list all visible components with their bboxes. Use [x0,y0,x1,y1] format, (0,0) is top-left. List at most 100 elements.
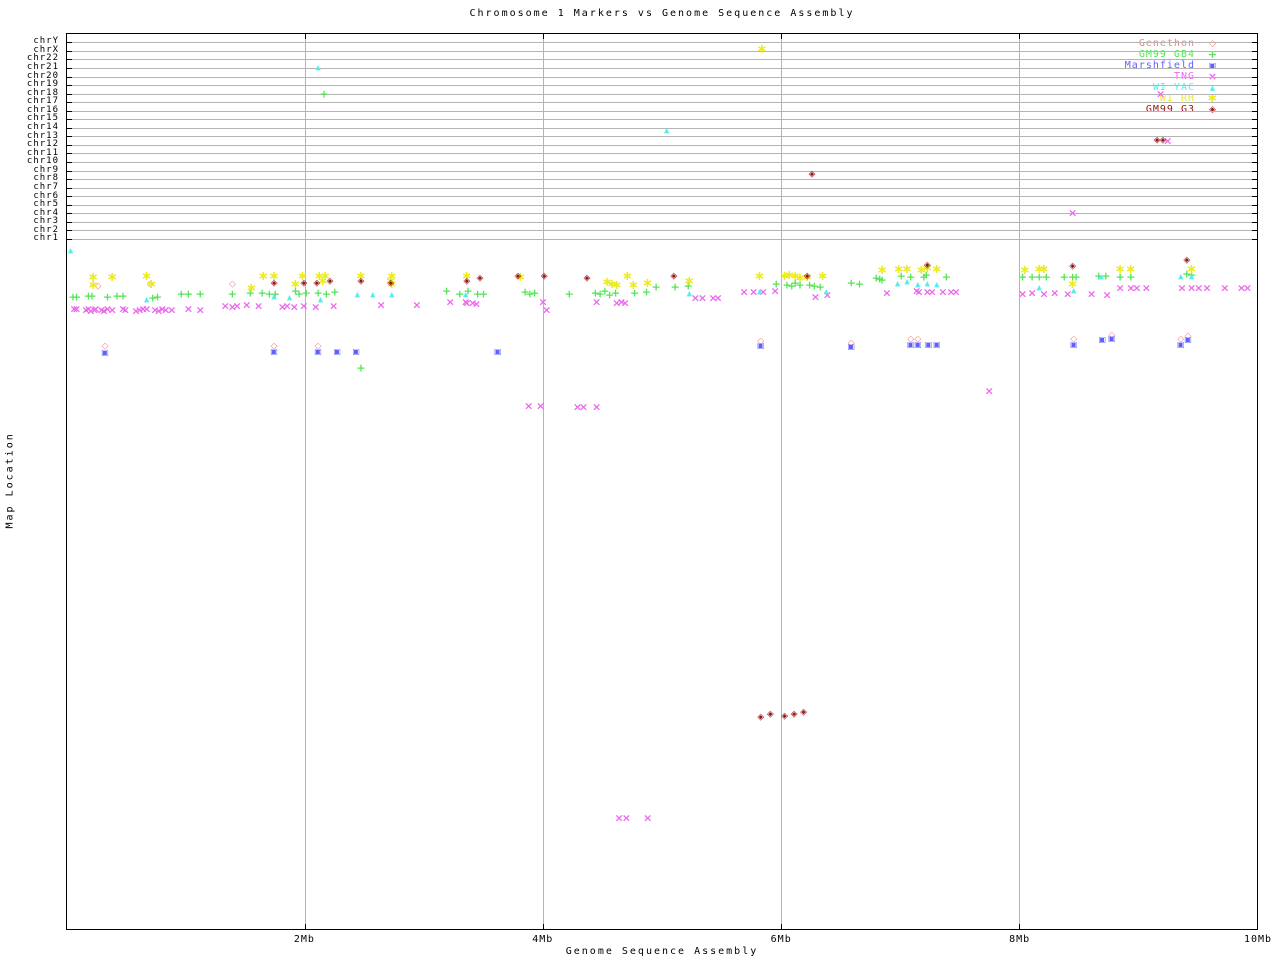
gridline-chromosome [67,85,1257,87]
gm99-g3-marker: ◈ [387,278,395,289]
tng-marker: × [1086,286,1097,300]
tng-marker: × [810,290,821,304]
gm99-gb4-marker: + [195,287,205,301]
y-tick-right [1252,187,1257,189]
y-tick-right [1252,119,1257,121]
y-tick-right [1252,136,1257,138]
tng-marker: × [299,299,309,313]
gm99-g3-marker: ◈ [1069,261,1077,272]
x-tick-bottom [543,924,544,929]
wi-yac-marker: ▲ [664,126,670,135]
gridline-chromosome [67,102,1257,104]
tng-marker: × [471,297,481,311]
y-tick-right [1252,59,1257,61]
tng-marker: × [643,811,653,825]
gridline-chromosome [67,144,1257,146]
y-tick-left [67,93,72,95]
gm99-g3-marker: ◈ [326,276,334,287]
x-tick-label: 10Mb [1243,934,1273,945]
dotted-diamond-icon: ◈ [1209,104,1217,115]
tng-marker: × [71,302,82,316]
tng-marker: × [1050,285,1060,299]
wi-yac-marker: ▲ [756,287,763,296]
y-tick-right [1252,127,1257,129]
tng-marker: × [1220,281,1230,295]
x-tick-top [1019,34,1020,39]
wi-rh-marker: ∗ [1067,277,1078,293]
marshfield-marker: ▣ [1184,334,1192,344]
tng-marker: × [1156,87,1166,101]
legend-label: Marshfield [1124,60,1195,71]
wi-yac-marker: ▲ [915,280,921,289]
y-tick-right [1252,102,1257,104]
gm99-g3-marker: ◈ [270,278,278,289]
wi-yac-marker: ▲ [924,279,931,288]
gridline-chromosome [67,76,1257,78]
gridline-chromosome [67,170,1257,172]
gridline-mb [305,34,306,929]
gm99-gb4-marker: + [356,361,366,375]
y-tick-right [1252,238,1257,240]
gridline-chromosome [67,204,1257,206]
y-tick-left [67,127,72,129]
marshfield-marker: ▣ [101,347,109,357]
tng-marker: × [167,302,177,316]
gridline-chromosome [67,153,1257,155]
gridline-mb [543,34,544,929]
wi-yac-marker: ▲ [686,288,693,297]
tng-marker: × [984,384,994,398]
wi-rh-marker: ∗ [1038,262,1050,278]
gm99-gb4-marker: + [118,289,128,303]
tng-marker: × [713,291,723,305]
gm99-g3-marker: ◈ [463,276,471,287]
y-tick-left [67,230,72,232]
y-tick-left [67,153,72,155]
y-tick-right [1252,153,1257,155]
y-tick-left [67,110,72,112]
y-tick-right [1252,93,1257,95]
gm99-g3-marker: ◈ [766,709,774,720]
x-tick-top [543,34,544,39]
marshfield-marker: ▣ [933,339,941,349]
y-tick-left [67,67,72,69]
gm99-gb4-marker: + [330,285,340,299]
y-tick-left [67,119,72,121]
y-tick-left [67,179,72,181]
wi-yac-marker: ▲ [894,279,901,288]
marshfield-marker: ▣ [1098,334,1107,344]
gridline-chromosome [67,127,1257,129]
gm99-g3-marker: ◈ [670,271,678,282]
wi-yac-marker: ▲ [934,280,940,289]
y-tick-left [67,76,72,78]
y-tick-right [1252,162,1257,163]
marshfield-marker: ▣ [333,346,341,356]
tng-marker: × [1242,281,1253,295]
y-tick-label: chr1 [33,233,59,244]
y-tick-right [1252,196,1257,198]
tng-marker: × [376,298,386,312]
wi-yac-marker: ▲ [354,290,361,299]
y-tick-right [1252,110,1257,112]
y-tick-left [67,102,72,104]
gridline-chromosome [67,119,1257,121]
wi-rh-marker: ∗ [756,42,768,58]
wi-rh-marker: ∗ [627,278,639,294]
gridline-mb [781,34,782,929]
marshfield-marker: ▣ [756,341,765,351]
gridline-chromosome [67,179,1257,181]
gridline-chromosome [67,213,1257,215]
marshfield-marker: ▣ [493,346,502,356]
y-tick-right [1252,213,1257,215]
wi-yac-marker: ▲ [1098,271,1104,280]
open-diamond-icon: ◇ [1209,38,1217,49]
marshfield-marker: ▣ [314,346,322,356]
gm99-g3-marker: ◈ [808,169,816,180]
tng-marker: × [697,291,708,305]
marshfield-marker: ▣ [1108,334,1116,344]
tng-marker: × [1027,285,1037,299]
x-tick-label: 6Mb [770,934,792,945]
y-tick-right [1252,221,1257,223]
wi-yac-marker: ▲ [370,290,376,299]
tng-marker: × [951,285,961,299]
tng-marker: × [328,299,339,313]
